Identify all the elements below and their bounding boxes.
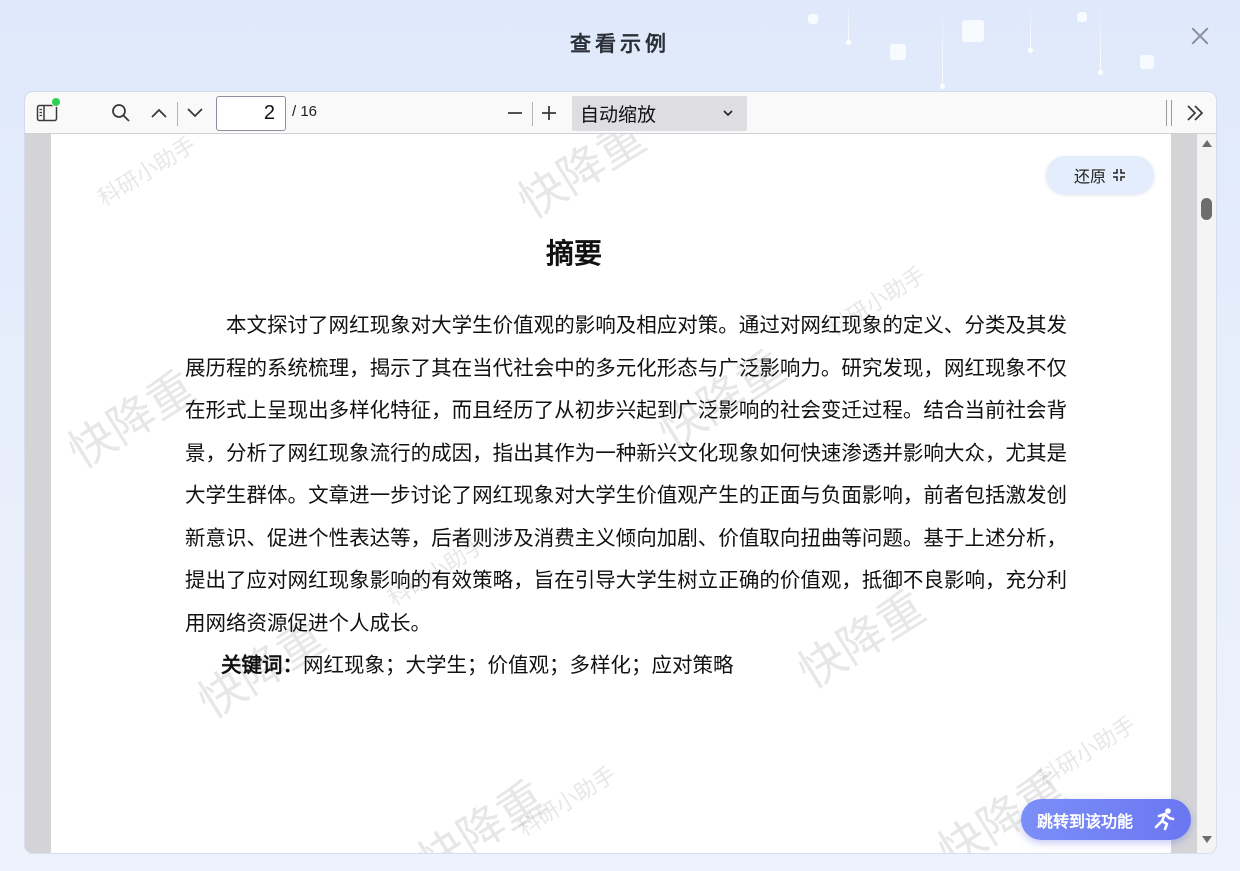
keywords-value: 网红现象；大学生；价值观；多样化；应对策略 [303,653,734,677]
chevron-down-icon[interactable] [183,101,207,125]
watermark: 科研小助手 [514,762,621,842]
page-total: / 16 [292,103,318,120]
decor-dot [1098,70,1103,75]
document-keywords: 关键词：网红现象；大学生；价值观；多样化；应对策略 [221,644,734,687]
jump-label: 跳转到该功能 [1037,811,1134,831]
keywords-label: 关键词： [221,653,303,677]
chevron-up-icon[interactable] [147,101,171,125]
toolbar-divider [1166,100,1167,126]
toolbar-divider [177,102,178,126]
search-icon[interactable] [109,101,133,125]
watermark: 快降重 [508,134,655,230]
watermark: 快降重 [408,770,555,853]
collapse-arrows-icon [1112,168,1126,182]
pdf-toolbar: 2 / 16 自动缩放 [25,92,1216,134]
scroll-down-arrow-icon[interactable] [1202,836,1212,843]
decor-square [808,14,818,24]
toolbar-divider [532,102,533,126]
zoom-select-value: 自动缩放 [580,104,657,126]
plus-icon[interactable] [537,101,561,125]
close-icon[interactable] [1186,22,1214,50]
running-person-icon [1151,807,1177,835]
jump-to-feature-button[interactable]: 跳转到该功能 [1021,799,1191,840]
page-number-input[interactable]: 2 [216,96,286,131]
decor-dot [940,84,945,89]
restore-button[interactable]: 还原 [1046,156,1154,194]
scrollbar-thumb[interactable] [1201,198,1212,220]
decor-square [1077,12,1087,22]
vertical-scrollbar[interactable] [1197,134,1216,853]
zoom-select[interactable]: 自动缩放 [572,96,747,131]
scroll-up-arrow-icon[interactable] [1202,140,1212,147]
double-chevron-right-icon[interactable] [1183,101,1207,125]
restore-label: 还原 [1073,167,1106,186]
watermark: 科研小助手 [94,134,201,212]
toolbar-divider [1171,100,1172,126]
document-title: 摘要 [545,237,602,270]
watermark: 快降重 [58,360,205,480]
status-dot [51,97,61,107]
modal-title: 查看示例 [570,32,670,56]
watermark: 科研小助手 [1034,712,1141,792]
document-abstract: 本文探讨了网红现象对大学生价值观的影响及相应对策。通过对网红现象的定义、分类及其… [185,313,1067,635]
minus-icon[interactable] [503,101,527,125]
chevron-down-icon [721,105,735,124]
